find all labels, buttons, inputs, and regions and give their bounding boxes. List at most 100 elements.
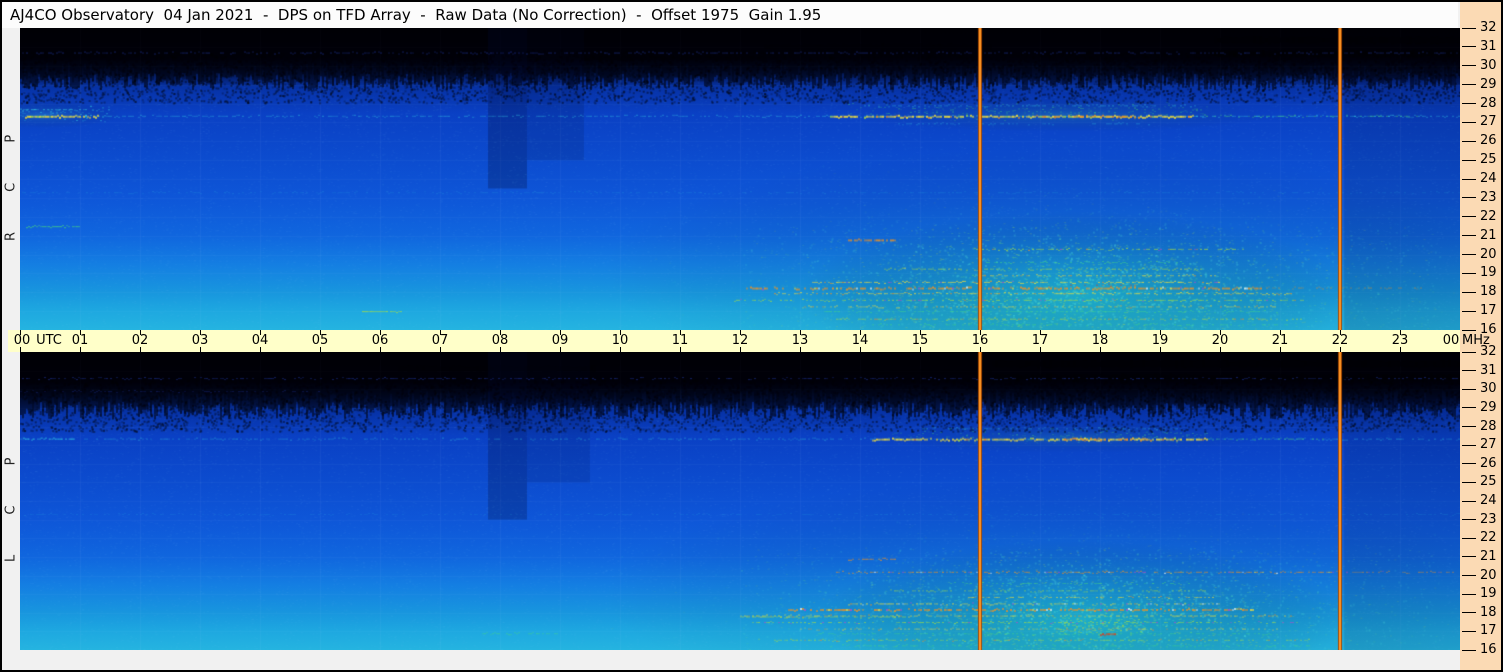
hour-label-20: 20 [1211,333,1229,348]
freq-tick-rcp-16: 16 [1462,323,1497,337]
freq-tick-lcp-26: 26 [1462,456,1497,471]
freq-tick-lcp-17: 17 [1462,624,1497,638]
hour-tick [140,347,141,352]
freq-tick-rcp-22: 22 [1462,208,1497,224]
freq-tick-label: 28 [1480,95,1497,111]
freq-tick-lcp-22: 22 [1462,531,1497,545]
time-axis: UTC 00 01 02 03 04 05 06 07 08 09 10 11 12 13 14 15 16 17… [8,330,1461,352]
freq-tick-rcp-18: 18 [1462,285,1497,299]
hour-label-17: 17 [1031,333,1049,348]
hour-tick [740,330,741,335]
freq-tick-mark [1462,46,1476,48]
hour-tick [440,347,441,352]
hour-label-22: 22 [1331,333,1349,348]
hour-tick [20,347,21,352]
hour-tick [620,347,621,352]
freq-tick-mark [1462,65,1476,67]
hour-tick [80,330,81,335]
hour-tick [980,347,981,352]
freq-tick-mark [1462,329,1476,331]
freq-tick-mark [1462,197,1476,199]
rcp-axis-label: R C P [3,116,19,242]
hour-tick [380,347,381,352]
freq-tick-mark [1462,426,1476,427]
hour-tick [260,330,261,335]
hour-label-16: 16 [971,333,989,348]
hour-label-4: 04 [251,333,269,348]
hour-tick [1220,330,1221,335]
hour-tick [1400,330,1401,335]
hour-label-23: 23 [1391,333,1409,348]
freq-tick-mark [1462,272,1476,274]
hour-tick [800,347,801,352]
freq-tick-label: 24 [1480,493,1497,508]
lcp-spectrogram-canvas [20,352,1460,650]
freq-tick-mark [1462,537,1476,539]
hour-label-2: 02 [131,333,149,348]
freq-tick-rcp-26: 26 [1462,134,1497,148]
hour-tick [560,330,561,335]
freq-tick-mark [1462,630,1476,632]
hour-tick [1220,347,1221,352]
hour-tick [680,347,681,352]
freq-tick-mark [1462,593,1476,595]
hour-tick [680,330,681,335]
hour-tick [1400,347,1401,352]
hour-tick [1160,347,1161,352]
freq-tick-lcp-32: 32 [1462,345,1497,359]
freq-tick-label: 21 [1480,548,1497,564]
freq-tick-rcp-28: 28 [1462,95,1497,111]
freq-tick-label: 25 [1480,152,1497,168]
hour-label-6: 06 [371,333,389,348]
freq-tick-label: 27 [1480,114,1497,130]
freq-tick-rcp-19: 19 [1462,266,1497,280]
hour-tick [1280,347,1281,352]
freq-tick-label: 23 [1480,189,1497,205]
hour-tick [320,330,321,335]
hour-tick [440,330,441,335]
freq-tick-label: 31 [1480,38,1497,54]
freq-tick-label: 28 [1480,418,1497,434]
freq-tick-rcp-21: 21 [1462,228,1497,243]
freq-tick-lcp-29: 29 [1462,400,1497,415]
hour-label-3: 03 [191,333,209,348]
freq-tick-label: 32 [1480,20,1497,35]
hour-tick [1100,330,1101,335]
freq-tick-mark [1462,370,1476,372]
hour-tick [860,347,861,352]
freq-tick-label: 16 [1480,642,1497,657]
freq-tick-mark [1462,463,1476,465]
freq-tick-label: 20 [1480,567,1497,583]
freq-tick-mark [1462,291,1476,293]
freq-tick-mark [1462,310,1476,312]
hour-tick [1100,347,1101,352]
freq-tick-mark [1462,216,1476,218]
freq-tick-label: 23 [1480,511,1497,527]
lcp-axis-label: L C P [3,439,19,563]
page-title: AJ4CO Observatory 04 Jan 2021 - DPS on T… [10,6,822,24]
freq-tick-label: 18 [1480,604,1497,620]
title-bar: AJ4CO Observatory 04 Jan 2021 - DPS on T… [2,2,1458,28]
hour-tick [500,330,501,335]
hour-label-8: 08 [491,333,509,348]
hour-tick [260,347,261,352]
freq-tick-label: 24 [1480,171,1497,186]
freq-tick-mark [1462,649,1476,651]
hour-tick [740,347,741,352]
freq-tick-mark [1462,519,1476,521]
hour-tick [500,347,501,352]
hour-label-13: 13 [791,333,809,348]
freq-tick-mark [1462,121,1476,123]
freq-tick-mark [1462,575,1476,576]
freq-tick-label: 19 [1480,586,1497,602]
freq-tick-rcp-24: 24 [1462,172,1497,186]
hour-tick [200,330,201,335]
hour-label-10: 10 [611,333,629,348]
freq-tick-label: 30 [1480,57,1497,73]
freq-tick-label: 32 [1480,344,1497,359]
hour-tick [1340,330,1341,335]
hour-label-15: 15 [911,333,929,348]
hour-tick [380,330,381,335]
freq-tick-label: 22 [1480,208,1497,224]
hour-label-9: 09 [551,333,569,348]
